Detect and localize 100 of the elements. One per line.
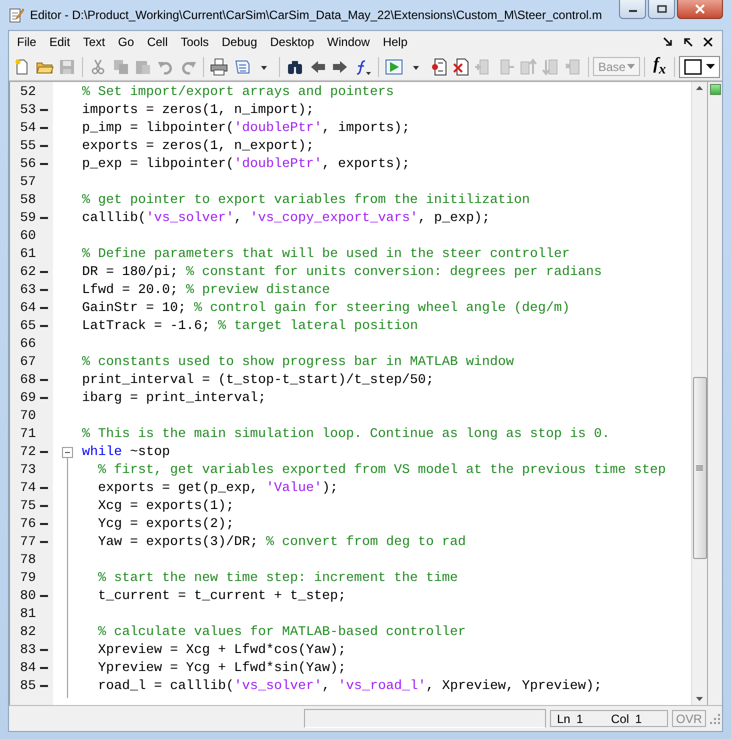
line-number: 71 — [19, 426, 36, 442]
line-number: 81 — [19, 606, 36, 622]
line-number: 72 — [19, 444, 36, 460]
caret-icon — [706, 64, 715, 69]
line-number: 70 — [19, 408, 36, 424]
menu-item[interactable]: Edit — [45, 33, 80, 51]
line-number: 53 — [19, 102, 36, 118]
code-line: Yaw = exports(3)/DR; % convert from deg to rad — [98, 534, 466, 550]
code-line: p_exp = libpointer('doublePtr', exports); — [82, 156, 410, 172]
code-line: % start the new time step: increment the time — [98, 570, 458, 586]
menu-item[interactable]: Tools — [176, 33, 218, 51]
caret-icon — [627, 64, 636, 69]
code-line: t_current = t_current + t_step; — [98, 588, 346, 604]
line-number: 78 — [19, 552, 36, 568]
layout-dropdown[interactable] — [678, 56, 720, 78]
code-line: Lfwd = 20.0; % preview distance — [82, 282, 330, 298]
minimize-button[interactable] — [619, 0, 646, 19]
column-label: Col — [611, 712, 630, 726]
code-line: calllib('vs_solver', 'vs_copy_export_vars', p_exp); — [82, 210, 490, 226]
line-number: 77 — [19, 534, 36, 550]
line-number: 67 — [19, 354, 36, 370]
collapse-icon[interactable] — [62, 446, 73, 458]
code-status-indicator — [710, 84, 720, 95]
code-line: p_imp = libpointer('doublePtr', imports); — [82, 120, 410, 136]
line-number: 83 — [19, 642, 36, 658]
line-number: 54 — [19, 120, 36, 136]
line-number: 79 — [19, 570, 36, 586]
scroll-up-icon[interactable] — [696, 86, 703, 90]
line-number: 58 — [19, 192, 36, 208]
editor-icon — [8, 7, 24, 23]
line-number: 62 — [19, 264, 36, 280]
code-line: road_l = calllib('vs_solver', 'vs_road_l', Xpreview, Ypreview); — [98, 678, 602, 694]
code-line: while ~stop — [82, 444, 170, 460]
line-number: 82 — [19, 624, 36, 640]
code-line: ibarg = print_interval; — [82, 390, 266, 406]
menu-item[interactable]: Text — [79, 33, 114, 51]
close-icon[interactable] — [703, 37, 713, 47]
line-number: 56 — [19, 156, 36, 172]
maximize-icon — [656, 5, 666, 13]
maximize-button[interactable] — [648, 0, 675, 19]
line-number: 76 — [19, 516, 36, 532]
window-title: Editor - D:\Product_Working\Current\CarSim\CarSim_Data_May_22\Extensions\Custom_M\Steer_control.m — [30, 8, 602, 22]
code-line: Ypreview = Ycg + Lfwd*sin(Yaw); — [98, 660, 346, 676]
menu-item[interactable]: Window — [323, 33, 379, 51]
line-number: 55 — [19, 138, 36, 154]
scrollbar[interactable] — [691, 82, 707, 705]
code-line: exports = get(p_exp, 'Value'); — [98, 480, 338, 496]
line-number: 65 — [19, 318, 36, 334]
menu-item[interactable]: Desktop — [266, 33, 324, 51]
line-number: 74 — [19, 480, 36, 496]
insert-function-button[interactable]: f$_{x}$ — [649, 54, 670, 79]
set-breakpoint-icon[interactable] — [430, 58, 448, 76]
code-line: GainStr = 10; % control gain for steering wheel angle (deg/m) — [82, 300, 570, 316]
line-number: 52 — [19, 84, 36, 100]
line-number: 59 — [19, 210, 36, 226]
line-number: 60 — [19, 228, 36, 244]
code-line: Ycg = exports(2); — [98, 516, 234, 532]
printer-icon[interactable] — [210, 58, 228, 76]
resize-grip-icon[interactable] — [710, 714, 720, 724]
dock-icon[interactable] — [683, 37, 693, 47]
code-line: % This is the main simulation loop. Continue as long as stop is 0. — [82, 426, 610, 442]
scroll-down-icon[interactable] — [696, 697, 703, 701]
page-icon[interactable] — [232, 58, 251, 76]
line-number: 61 — [19, 246, 36, 262]
code-line: % Define parameters that will be used in the steer controller — [82, 246, 570, 262]
column-value: 1 — [635, 712, 642, 726]
menu-item[interactable]: Debug — [218, 33, 266, 51]
menu-item[interactable]: Help — [378, 33, 417, 51]
code-line: DR = 180/pi; % constant for units conversion: degrees per radians — [82, 264, 602, 280]
line-label: Ln — [557, 712, 570, 726]
code-line: % first, get variables exported from VS model at the previous time step — [98, 462, 666, 478]
line-number: 80 — [19, 588, 36, 604]
line-number: 85 — [19, 678, 36, 694]
code-line: % Set import/export arrays and pointers — [82, 84, 394, 100]
code-line: Xcg = exports(1); — [98, 498, 234, 514]
code-line: Xpreview = Xcg + Lfwd*cos(Yaw); — [98, 642, 346, 658]
line-number: 68 — [19, 372, 36, 388]
close-button[interactable] — [677, 0, 723, 19]
line-value: 1 — [576, 712, 584, 726]
code-line: % constants used to show progress bar in MATLAB window — [82, 354, 514, 370]
overwrite-indicator: OVR — [672, 710, 706, 727]
line-number: 69 — [19, 390, 36, 406]
grip-icon — [696, 465, 703, 471]
clear-breakpoints-icon[interactable] — [452, 58, 470, 76]
line-number: 84 — [19, 660, 36, 676]
line-number: 63 — [19, 282, 36, 298]
line-number: 75 — [19, 498, 36, 514]
menu-item[interactable]: Cell — [143, 33, 177, 51]
menu-item[interactable]: Go — [114, 33, 144, 51]
undock-icon[interactable] — [663, 37, 673, 47]
code-line: imports = zeros(1, n_import); — [82, 102, 314, 118]
code-line: print_interval = (t_stop-t_start)/t_step/50; — [82, 372, 434, 388]
line-number: 64 — [19, 300, 36, 316]
code-line: LatTrack = -1.6; % target lateral position — [82, 318, 418, 334]
code-line: % get pointer to export variables from the initilization — [82, 192, 530, 208]
line-number: 66 — [19, 336, 36, 352]
menu-item[interactable]: File — [13, 33, 46, 51]
run-icon[interactable] — [384, 58, 403, 76]
scroll-thumb[interactable] — [692, 377, 706, 559]
close-icon — [694, 4, 706, 14]
